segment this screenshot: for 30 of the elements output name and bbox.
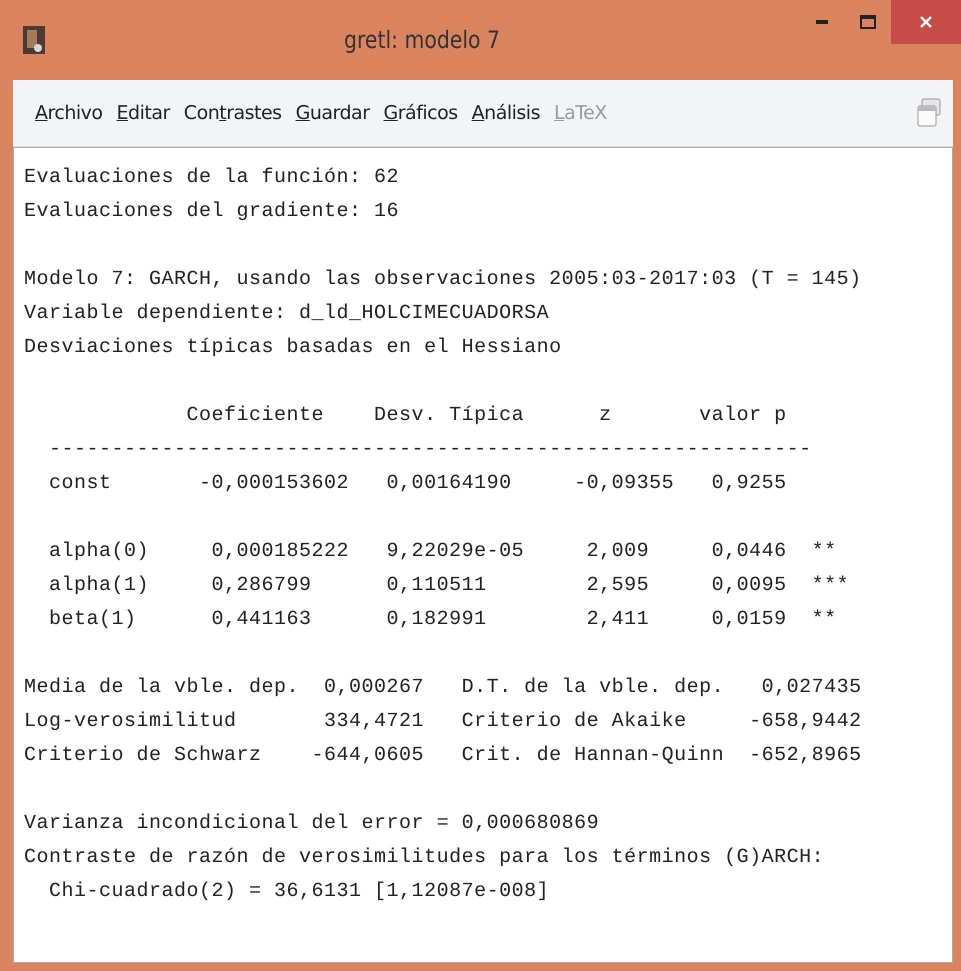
output-line: Modelo 7: GARCH, usando las observaciones 2005:03-2017:03 (T = 145) (24, 268, 862, 290)
output-line: Evaluaciones de la función: 62 (24, 166, 400, 188)
app-icon (23, 26, 45, 54)
output-line: Coeficiente Desv. Típica z valor p (186, 404, 787, 426)
output-line: Evaluaciones del gradiente: 16 (24, 200, 400, 222)
window-stack-icon[interactable] (917, 98, 943, 128)
maximize-icon (860, 15, 876, 29)
menu-item[interactable]: Guardar (296, 102, 370, 124)
output-line: alpha(1) 0,286799 0,110511 2,595 0,0095 *** (48, 574, 850, 596)
menu-item[interactable]: Gráficos (384, 102, 458, 124)
output-line: Contraste de razón de verosimilitudes para los términos (G)ARCH: (24, 846, 824, 868)
output-line: alpha(0) 0,000185222 9,22029e-05 2,009 0,0446 ** (48, 540, 837, 562)
output-line: Criterio de Schwarz -644,0605 Crit. de Hannan-Quinn -652,8965 (24, 744, 862, 766)
menu-item[interactable]: Editar (116, 102, 170, 124)
output-line: Media de la vble. dep. 0,000267 D.T. de la vble. dep. 0,027435 (24, 676, 862, 698)
output-line: ------------------------------------------------------------- (48, 438, 812, 460)
output-line: Desviaciones típicas basadas en el Hessiano (24, 336, 562, 358)
output-line: const -0,000153602 0,00164190 -0,09355 0,9255 (48, 472, 787, 494)
output-line: Varianza incondicional del error = 0,000680869 (24, 812, 600, 834)
output-line: Variable dependiente: d_ld_HOLCIMECUADORSA (24, 302, 550, 324)
close-button[interactable] (891, 0, 961, 44)
window-title: gretl: modelo 7 (343, 26, 501, 54)
close-icon (919, 15, 933, 29)
menu-item[interactable]: Archivo (35, 102, 103, 124)
output-line: Log-verosimilitud 334,4721 Criterio de Akaike -658,9442 (24, 710, 862, 732)
menu-item[interactable]: Análisis (472, 102, 540, 124)
output-line: Chi-cuadrado(2) = 36,6131 [1,12087e-008] (48, 880, 550, 902)
minimize-icon (816, 20, 828, 24)
output-line: beta(1) 0,441163 0,182991 2,411 0,0159 ** (48, 608, 837, 630)
menu-item[interactable]: Contrastes (184, 102, 282, 124)
